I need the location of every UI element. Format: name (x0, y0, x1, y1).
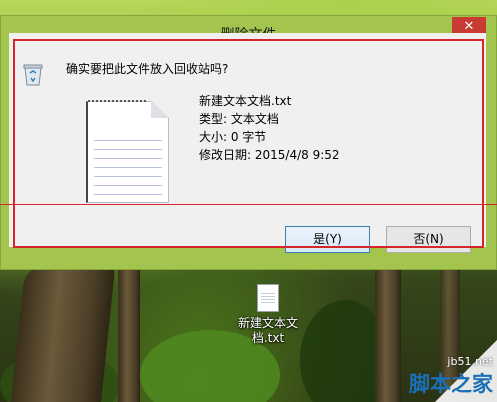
no-button[interactable]: 否(N) (386, 226, 471, 253)
recycle-bin-icon (23, 64, 43, 86)
file-size: 大小: 0 字节 (199, 130, 267, 144)
watermark-brand: 脚本之家 (409, 372, 493, 396)
close-icon: ✕ (463, 19, 475, 34)
watermark: jb51.net 脚本之家 (367, 340, 497, 402)
desktop-file-label: 新建文本文 档.txt (232, 316, 304, 346)
document-lines (94, 132, 162, 196)
file-preview-icon (86, 100, 169, 203)
file-name: 新建文本文档.txt (199, 94, 292, 108)
file-info: 新建文本文档.txt 类型: 文本文档 大小: 0 字节 修改日期: 2015/… (199, 92, 340, 164)
annotation-red-line (0, 204, 497, 205)
file-modified: 修改日期: 2015/4/8 9:52 (199, 148, 340, 162)
desktop-file-label-line1: 新建文本文 (237, 316, 298, 330)
yes-button[interactable]: 是(Y) (285, 226, 370, 253)
desktop-file-label-line2: 档.txt (251, 331, 285, 345)
page-corner-fold (151, 100, 169, 118)
watermark-site: jb51.net (447, 355, 493, 368)
tree-trunk (10, 265, 116, 402)
preview-dots (88, 100, 148, 102)
file-type: 类型: 文本文档 (199, 112, 279, 126)
desktop-file-icon[interactable]: 新建文本文 档.txt (232, 284, 304, 346)
confirm-question: 确实要把此文件放入回收站吗? (66, 62, 229, 76)
tree-trunk (118, 270, 140, 402)
text-file-icon (257, 284, 279, 312)
